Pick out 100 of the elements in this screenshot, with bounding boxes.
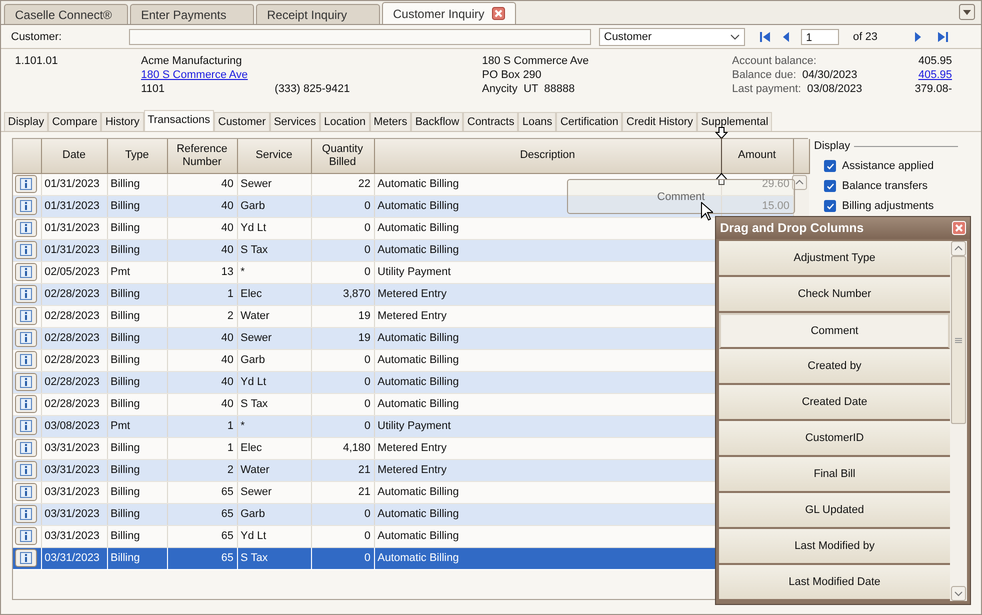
- section-tab[interactable]: Compare: [48, 112, 102, 131]
- column-item[interactable]: GL Updated: [719, 493, 950, 529]
- balance-label: Account balance:: [732, 55, 816, 67]
- table-cell: Billing: [107, 547, 167, 569]
- table-cell: 0: [311, 415, 374, 437]
- app-tab[interactable]: Caselle Connect®: [4, 4, 128, 24]
- info-icon: [20, 332, 32, 344]
- table-cell: 4,180: [311, 437, 374, 459]
- section-tab[interactable]: Services: [270, 112, 320, 131]
- column-header[interactable]: Type: [107, 139, 167, 173]
- column-item[interactable]: Last Modified by: [719, 529, 950, 565]
- section-tab[interactable]: Certification: [556, 112, 622, 131]
- address-link[interactable]: 180 S Commerce Ave: [141, 69, 482, 81]
- record-field[interactable]: 1: [801, 28, 839, 44]
- balance-label: Last payment:: [732, 83, 802, 95]
- column-item[interactable]: Created by: [719, 349, 950, 385]
- details-button[interactable]: [15, 329, 37, 347]
- table-cell: Garb: [237, 349, 311, 371]
- details-button[interactable]: [15, 439, 37, 457]
- details-button[interactable]: [15, 373, 37, 391]
- table-cell: 03/31/2023: [41, 525, 107, 547]
- next-record-icon[interactable]: [913, 30, 923, 42]
- column-header[interactable]: Reference Number: [167, 139, 237, 173]
- scroll-up-icon[interactable]: [951, 241, 966, 256]
- column-item[interactable]: Adjustment Type: [719, 241, 950, 277]
- details-button[interactable]: [15, 285, 37, 303]
- scrollbar[interactable]: [950, 241, 967, 601]
- details-button[interactable]: [15, 175, 37, 193]
- details-button[interactable]: [15, 483, 37, 501]
- column-item[interactable]: Final Bill: [719, 457, 950, 493]
- table-cell: S Tax: [237, 239, 311, 261]
- app-tab[interactable]: Receipt Inquiry: [256, 4, 380, 24]
- column-header[interactable]: Quantity Billed: [311, 139, 374, 173]
- first-record-icon[interactable]: [759, 30, 771, 42]
- table-cell: 40: [167, 349, 237, 371]
- table-cell: 01/31/2023: [41, 195, 107, 217]
- column-item[interactable]: Created Date: [719, 385, 950, 421]
- details-button[interactable]: [15, 395, 37, 413]
- section-tab[interactable]: Display: [4, 112, 48, 131]
- details-button[interactable]: [15, 307, 37, 325]
- info-icon: [20, 200, 32, 212]
- details-button[interactable]: [15, 197, 37, 215]
- column-header[interactable]: Description: [374, 139, 721, 173]
- table-cell: Billing: [107, 437, 167, 459]
- column-item[interactable]: Last Modified Date: [719, 565, 950, 601]
- app-tab[interactable]: Enter Payments: [130, 4, 254, 24]
- table-cell: 3,870: [311, 283, 374, 305]
- table-cell: Yd Lt: [237, 217, 311, 239]
- table-cell: Yd Lt: [237, 525, 311, 547]
- scroll-down-icon[interactable]: [951, 586, 966, 601]
- table-cell: 02/28/2023: [41, 305, 107, 327]
- table-cell: Elec: [237, 283, 311, 305]
- scroll-up-icon[interactable]: [792, 175, 807, 190]
- table-cell: 21: [311, 459, 374, 481]
- balance-link[interactable]: 405.95: [918, 69, 952, 81]
- section-tab[interactable]: Loans: [518, 112, 556, 131]
- table-cell: 02/28/2023: [41, 349, 107, 371]
- section-tab[interactable]: Location: [320, 112, 370, 131]
- details-button[interactable]: [15, 351, 37, 369]
- close-icon[interactable]: [492, 7, 506, 20]
- section-tab[interactable]: Meters: [370, 112, 412, 131]
- table-cell: 65: [167, 503, 237, 525]
- checkbox[interactable]: [824, 160, 836, 172]
- details-button[interactable]: [15, 219, 37, 237]
- column-header[interactable]: Service: [237, 139, 311, 173]
- section-tab[interactable]: Supplemental: [697, 112, 772, 131]
- details-button[interactable]: [15, 263, 37, 281]
- lookup-dropdown[interactable]: Customer: [599, 28, 745, 46]
- dropdown-icon[interactable]: [959, 4, 975, 20]
- checkbox[interactable]: [824, 200, 836, 212]
- section-tab[interactable]: Contracts: [463, 112, 518, 131]
- last-record-icon[interactable]: [937, 30, 949, 42]
- column-item[interactable]: Check Number: [719, 277, 950, 313]
- customer-code: 1101: [141, 83, 165, 95]
- checkbox[interactable]: [824, 180, 836, 192]
- section-tab[interactable]: Credit History: [622, 112, 698, 131]
- section-tab[interactable]: History: [101, 112, 144, 131]
- grip-icon[interactable]: [955, 338, 962, 342]
- section-tab[interactable]: Backflow: [411, 112, 464, 131]
- table-cell: Billing: [107, 371, 167, 393]
- column-header[interactable]: Amount: [721, 139, 793, 173]
- column-item[interactable]: CustomerID: [719, 421, 950, 457]
- checkmark-icon: [826, 162, 834, 170]
- details-button[interactable]: [15, 241, 37, 259]
- section-tab[interactable]: Customer: [214, 112, 270, 131]
- balance-date: 04/30/2023: [802, 69, 858, 81]
- details-button[interactable]: [15, 527, 37, 545]
- section-tab[interactable]: Transactions: [144, 110, 214, 131]
- details-button[interactable]: [15, 461, 37, 479]
- details-button[interactable]: [15, 549, 37, 567]
- app-tab[interactable]: Customer Inquiry: [382, 2, 516, 24]
- customer-field[interactable]: [129, 28, 591, 44]
- drop-arrow-icon: [715, 173, 728, 185]
- previous-record-icon[interactable]: [781, 30, 791, 42]
- column-item[interactable]: Comment: [719, 313, 950, 349]
- details-button[interactable]: [15, 505, 37, 523]
- details-button[interactable]: [15, 417, 37, 435]
- balance-label: Balance due:: [732, 69, 796, 81]
- column-header[interactable]: Date: [41, 139, 107, 173]
- table-cell: 03/08/2023: [41, 415, 107, 437]
